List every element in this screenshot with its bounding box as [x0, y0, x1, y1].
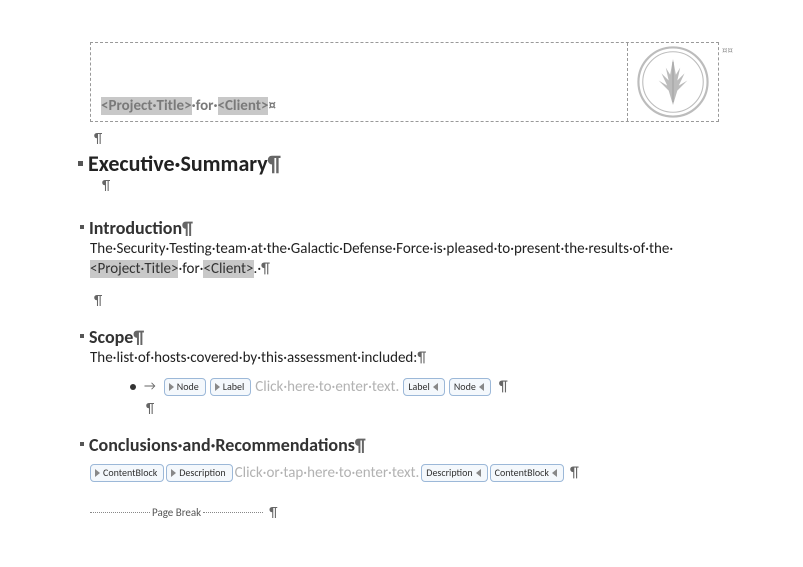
cc-tag-label-close[interactable]: Label	[403, 378, 445, 396]
heading-exec-summary-row[interactable]: Executive·Summary¶	[78, 150, 720, 177]
phoenix-logo-icon	[637, 46, 709, 118]
heading-conclusions-row[interactable]: Conclusions·and·Recommendations¶	[80, 432, 720, 456]
document-body[interactable]: ¶ Executive·Summary¶ ¶ Introduction¶ The…	[90, 130, 720, 521]
field-project-title-inline[interactable]: <Project·Title>	[90, 260, 178, 278]
placeholder-text[interactable]: Click·here·to·enter·text.	[255, 378, 399, 396]
heading-introduction-row[interactable]: Introduction¶	[80, 215, 720, 239]
field-project-title[interactable]: <Project·Title>	[101, 97, 192, 115]
cc-tag-contentblock-close[interactable]: ContentBlock	[490, 464, 564, 482]
heading-bullet-icon	[78, 161, 83, 166]
heading-bullet-icon	[80, 334, 84, 338]
scope-list-item[interactable]: → Node Label Click·here·to·enter·text. L…	[130, 378, 720, 396]
cc-tag-label-open[interactable]: Label	[210, 378, 252, 396]
empty-para: ¶	[90, 130, 720, 150]
cc-tag-node-open[interactable]: Node	[164, 378, 206, 396]
header-title-cell[interactable]: <Project·Title>·for·<Client>¤	[91, 43, 628, 121]
field-client-inline[interactable]: <Client>	[203, 260, 253, 278]
cc-tag-description-open[interactable]: Description	[166, 464, 232, 482]
page-break: Page Break ¶	[90, 504, 720, 521]
header-logo-cell	[628, 43, 718, 121]
heading-bullet-icon	[80, 225, 84, 229]
conclusions-content-control[interactable]: ContentBlock Description Click·or·tap·he…	[90, 464, 720, 482]
cc-tag-contentblock-open[interactable]: ContentBlock	[90, 464, 164, 482]
bullet-icon	[130, 384, 136, 390]
cc-tag-description-close[interactable]: Description	[421, 464, 487, 482]
heading-introduction: Introduction	[89, 217, 182, 239]
header-table: <Project·Title>·for·<Client>¤	[90, 42, 719, 122]
page-break-label: Page Break	[152, 506, 201, 519]
intro-paragraph[interactable]: The·Security·Testing·team·at·the·Galacti…	[90, 239, 720, 280]
placeholder-text[interactable]: Click·or·tap·here·to·enter·text.	[235, 464, 420, 482]
heading-conclusions: Conclusions·and·Recommendations	[89, 434, 355, 456]
empty-para: ¶	[90, 177, 720, 197]
heading-scope: Scope	[89, 326, 133, 348]
heading-bullet-icon	[80, 442, 84, 446]
cc-tag-node-close[interactable]: Node	[449, 378, 491, 396]
heading-exec-summary: Executive·Summary	[88, 150, 268, 177]
heading-scope-row[interactable]: Scope¶	[80, 324, 720, 348]
field-client[interactable]: <Client>	[218, 97, 269, 115]
empty-para: ¶	[90, 400, 720, 420]
scope-paragraph[interactable]: The·list·of·hosts·covered·by·this·assess…	[90, 348, 720, 368]
header-title-text: <Project·Title>·for·<Client>¤	[101, 97, 276, 115]
tab-arrow-icon: →	[144, 379, 156, 394]
empty-para: ¶	[90, 292, 720, 312]
cell-end-mark: ¤¤	[722, 44, 733, 57]
